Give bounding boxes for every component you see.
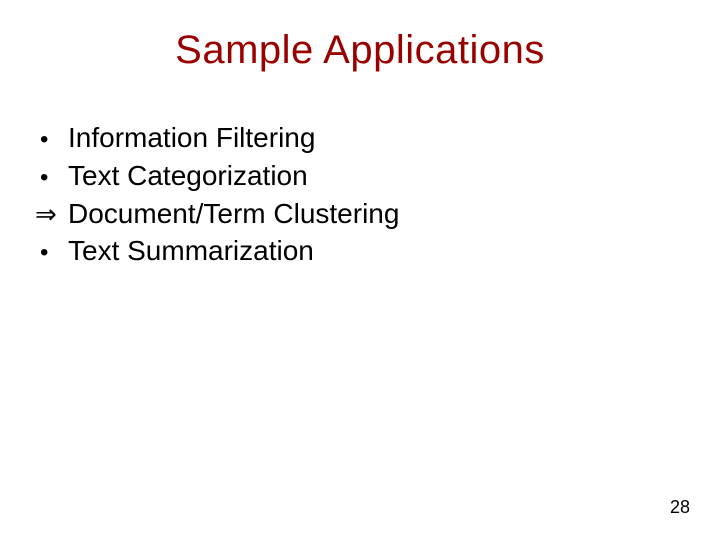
list-item-text: Document/Term Clustering — [68, 195, 399, 233]
page-number: 28 — [670, 497, 690, 518]
list-item-text: Information Filtering — [68, 119, 315, 157]
list-item-text: Text Summarization — [68, 232, 314, 270]
bullet-list: Information Filtering Text Categorizatio… — [40, 119, 720, 270]
list-item-text: Text Categorization — [68, 157, 308, 195]
list-item: Information Filtering — [40, 119, 720, 157]
list-item: Text Categorization — [40, 157, 720, 195]
arrow-icon — [40, 195, 68, 233]
list-item: Text Summarization — [40, 232, 720, 270]
slide: Sample Applications Information Filterin… — [0, 0, 720, 540]
slide-title: Sample Applications — [0, 0, 720, 73]
list-item: Document/Term Clustering — [40, 195, 720, 233]
bullet-icon — [40, 119, 68, 157]
bullet-icon — [40, 157, 68, 195]
bullet-icon — [40, 232, 68, 270]
